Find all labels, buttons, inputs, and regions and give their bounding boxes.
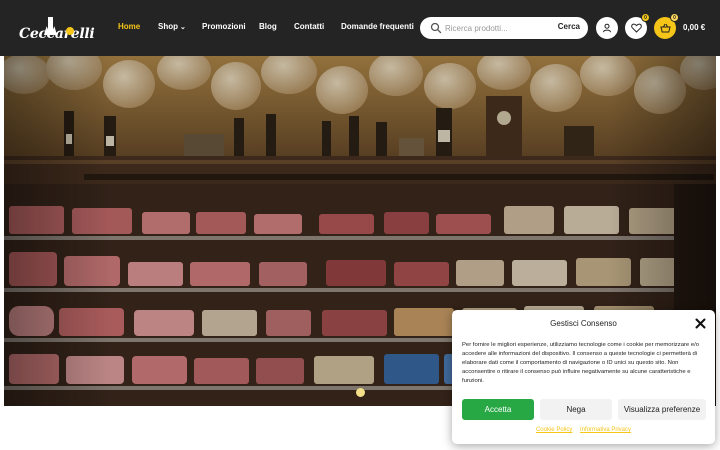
search-button[interactable]: Cerca bbox=[558, 22, 580, 31]
nav-blog[interactable]: Blog bbox=[259, 22, 277, 31]
nav-home[interactable]: Home bbox=[118, 22, 140, 31]
logo-text[interactable]: Ceccarelli bbox=[19, 26, 95, 42]
user-icon bbox=[603, 23, 611, 33]
close-icon[interactable] bbox=[695, 318, 706, 329]
logo-dot-icon bbox=[66, 27, 74, 35]
chevron-down-icon: ⌄ bbox=[180, 24, 186, 31]
search-bar: Cerca bbox=[420, 17, 588, 39]
search-input[interactable] bbox=[445, 21, 545, 35]
nav-contatti[interactable]: Contatti bbox=[294, 22, 324, 31]
consent-title: Gestisci Consenso bbox=[550, 319, 617, 328]
privacy-policy-link[interactable]: Informativa Privacy bbox=[580, 427, 631, 433]
search-icon[interactable] bbox=[430, 22, 442, 34]
cookie-policy-link[interactable]: Cookie Policy bbox=[536, 427, 572, 433]
nav-shop[interactable]: Shop ⌄ bbox=[158, 22, 186, 31]
nav-domande-frequenti[interactable]: Domande frequenti bbox=[341, 22, 414, 31]
wishlist-count-badge: 0 bbox=[641, 13, 650, 22]
nav-promozioni[interactable]: Promozioni bbox=[202, 22, 246, 31]
heart-icon bbox=[630, 23, 642, 33]
basket-icon bbox=[659, 23, 671, 33]
wishlist-button[interactable]: 0 bbox=[625, 13, 650, 39]
cart-total[interactable]: 0,00 € bbox=[683, 23, 705, 32]
slider-dots bbox=[356, 388, 365, 397]
cart-count-badge: 0 bbox=[670, 13, 679, 22]
consent-links: Cookie Policy Informativa Privacy bbox=[452, 427, 715, 433]
nav-shop-label: Shop bbox=[158, 22, 178, 31]
slider-dot-1[interactable] bbox=[356, 388, 365, 397]
consent-text: Per fornire le migliori esperienze, util… bbox=[462, 342, 700, 384]
cookie-consent-dialog: Gestisci Consenso Per fornire le miglior… bbox=[452, 310, 715, 444]
accept-button[interactable]: Accetta bbox=[462, 399, 534, 420]
view-preferences-button[interactable]: Visualizza preferenze bbox=[618, 399, 706, 420]
cart-button[interactable]: 0 bbox=[654, 13, 679, 39]
account-button[interactable] bbox=[596, 17, 618, 39]
deny-button[interactable]: Nega bbox=[540, 399, 612, 420]
site-header: Ceccarelli Home Shop ⌄ Promozioni Blog Co… bbox=[0, 0, 720, 56]
